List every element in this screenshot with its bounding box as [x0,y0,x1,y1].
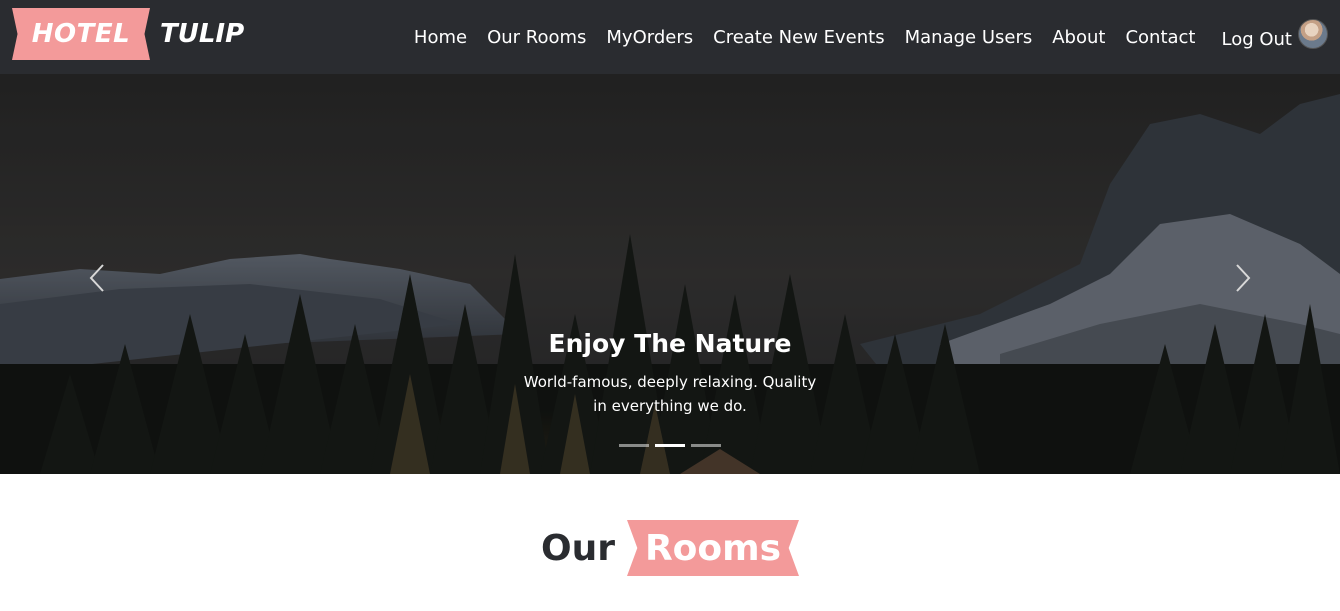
caption-text: World-famous, deeply relaxing. Quality i… [523,373,817,415]
caption-title: Enjoy The Nature [548,329,792,358]
logout-link[interactable]: Log Out [1221,29,1292,50]
nav-item-about[interactable]: About [1052,27,1105,48]
navbar: HOTEL TULIP Home Our Rooms MyOrders Crea… [0,0,1340,74]
brand-logo[interactable]: HOTEL TULIP [12,8,244,60]
carousel-indicators [0,444,1340,447]
carousel-indicator[interactable] [691,444,721,447]
user-avatar[interactable] [1298,19,1328,49]
nav-item-my-orders[interactable]: MyOrders [606,27,693,48]
nav-item-contact[interactable]: Contact [1125,27,1195,48]
carousel-indicator[interactable] [619,444,649,447]
nav-item-our-rooms[interactable]: Our Rooms [487,27,586,48]
nav-item-home[interactable]: Home [414,27,467,48]
heading-ribbon: Rooms [627,520,799,576]
carousel-caption: Enjoy The Nature World-famous, deeply re… [0,329,1340,418]
carousel-next-button[interactable] [1228,258,1258,298]
section-heading: Our Rooms [0,520,1340,576]
nav-item-create-new-events[interactable]: Create New Events [713,27,884,48]
brand-ribbon: HOTEL [12,8,150,60]
chevron-left-icon [89,264,104,292]
carousel-indicator-active[interactable] [655,444,685,447]
heading-highlight-word: Rooms [644,527,782,569]
carousel-prev-button[interactable] [82,258,112,298]
nav-menu: Home Our Rooms MyOrders Create New Event… [394,0,1328,74]
brand-first-word: HOTEL [31,19,131,49]
nav-item-manage-users[interactable]: Manage Users [905,27,1033,48]
brand-second-word: TULIP [160,19,245,49]
chevron-right-icon [1236,264,1251,292]
heading-plain-word: Our [541,527,615,569]
hero-carousel: Enjoy The Nature World-famous, deeply re… [0,74,1340,474]
